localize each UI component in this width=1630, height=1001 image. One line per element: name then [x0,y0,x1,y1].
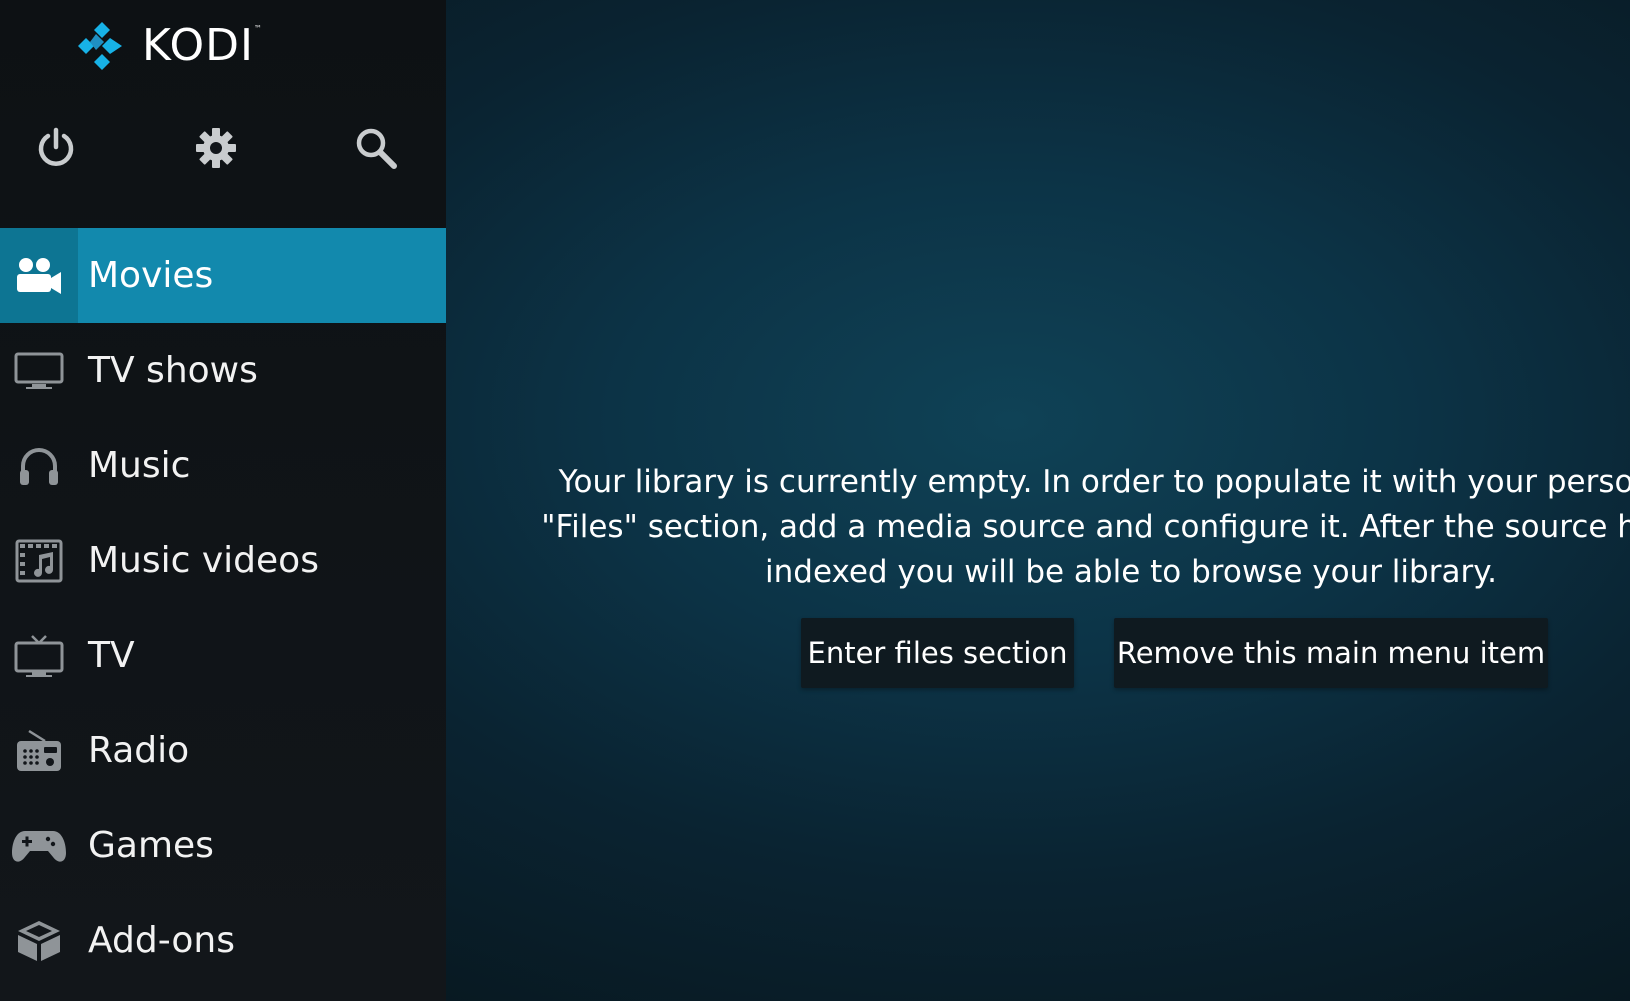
menu-item-label: TV shows [88,350,258,391]
menu-item-add-ons[interactable]: Add-ons [0,893,446,988]
menu-icon-box [0,323,78,418]
menu-item-label: Music [88,445,191,486]
kodi-logo-trademark: ™ [253,24,262,33]
menu-icon-box [0,703,78,798]
monitor-icon [14,352,64,389]
message-line: "Files" section, add a media source and … [541,509,1630,545]
menu-icon-box [0,513,78,608]
addons-box-icon [18,920,60,961]
kodi-logo-text: KODI [142,20,254,71]
music-video-icon [15,539,63,582]
menu-item-music-videos[interactable]: Music videos [0,513,446,608]
menu-icon-box [0,893,78,988]
movie-camera-icon [17,257,61,294]
main-content: Your library is currently empty. In orde… [446,0,1630,1001]
menu-item-tv[interactable]: TV [0,608,446,703]
menu-item-tv-shows[interactable]: TV shows [0,323,446,418]
menu-icon-box [0,418,78,513]
top-icon-bar [0,120,446,176]
menu-item-label: Movies [88,255,214,296]
enter-files-section-button[interactable]: Enter files section [801,618,1074,688]
kodi-logo: KODI ™ [76,18,262,74]
menu-item-label: Add-ons [88,920,235,961]
message-line: Your library is currently empty. In orde… [558,464,1630,500]
kodi-logo-icon [78,22,122,70]
radio-icon [17,729,61,771]
menu-item-label: Games [88,825,214,866]
kodi-home-screen: KODI ™ Movies TV shows Music Music video… [0,0,1630,1001]
empty-library-message: Your library is currently empty. In orde… [486,460,1630,595]
gamepad-icon [12,830,66,862]
menu-icon-box [0,608,78,703]
menu-item-games[interactable]: Games [0,798,446,893]
headphones-icon [20,447,58,485]
menu-item-music[interactable]: Music [0,418,446,513]
settings-button[interactable] [188,120,244,176]
menu-icon-box [0,798,78,893]
menu-item-label: Music videos [88,540,319,581]
search-button[interactable] [348,120,404,176]
main-menu: Movies TV shows Music Music videos TV Ra… [0,228,446,988]
gear-icon [196,128,236,168]
search-icon [356,128,397,169]
menu-item-label: TV [88,635,135,676]
menu-item-movies[interactable]: Movies [0,228,446,323]
tv-antenna-icon [14,634,64,677]
remove-menu-item-button[interactable]: Remove this main menu item [1114,618,1548,688]
sidebar: KODI ™ Movies TV shows Music Music video… [0,0,446,1001]
menu-item-radio[interactable]: Radio [0,703,446,798]
menu-item-label: Radio [88,730,190,771]
power-icon [38,127,74,166]
message-line: indexed you will be able to browse your … [765,554,1497,590]
power-button[interactable] [28,120,84,176]
menu-icon-box [0,228,78,323]
